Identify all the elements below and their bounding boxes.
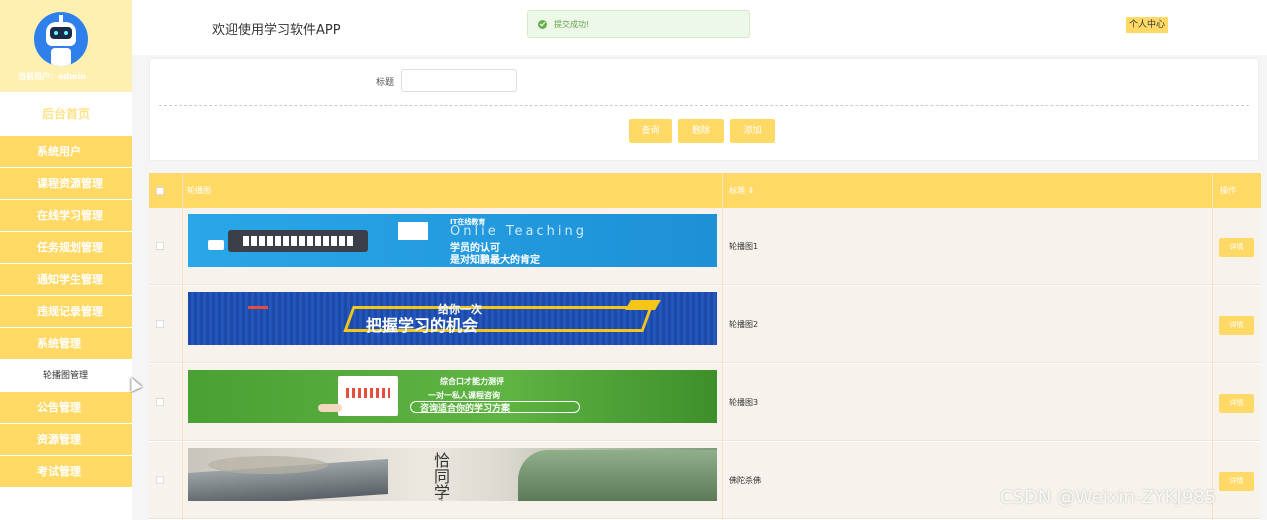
banner-image: IT在线教育 Onlie Teaching 学员的认可 是对知鹏最大的肯定 xyxy=(188,214,717,267)
title-search-input[interactable] xyxy=(401,69,517,92)
row-checkbox[interactable] xyxy=(156,320,164,328)
sidebar-item-course-resources[interactable]: 课程资源管理 xyxy=(0,168,132,200)
banner-image: 恰同学少年 xyxy=(188,448,717,501)
success-toast: 提交成功! xyxy=(527,10,750,38)
banner-text: 一对一私人课程咨询 xyxy=(428,391,500,400)
carousel-table: 轮播图 标题 ⇕ 操作 IT在线教育 Onlie Teaching 学员的认可 … xyxy=(149,173,1261,520)
row-title: 轮播图1 xyxy=(729,242,759,251)
watermark-text: CSDN @Weixin-ZYKJ985 xyxy=(1000,487,1217,508)
robot-avatar-icon xyxy=(34,12,88,66)
column-divider xyxy=(722,173,723,520)
sidebar-item-online-learning[interactable]: 在线学习管理 xyxy=(0,200,132,232)
sidebar-item-system-users[interactable]: 系统用户 xyxy=(0,136,132,168)
sidebar-item-announcements[interactable]: 公告管理 xyxy=(0,392,132,424)
banner-image: 给你一次 把握学习的机会 xyxy=(188,292,717,345)
banner-text: 咨询适合你的学习方案 xyxy=(420,404,511,414)
current-user-label: 当前用户：admin xyxy=(18,72,86,81)
top-bar: 欢迎使用学习软件APP 提交成功! 个人中心 xyxy=(132,0,1267,55)
delete-button[interactable]: 删除 xyxy=(678,119,724,143)
banner-text: 是对知鹏最大的肯定 xyxy=(450,255,540,266)
sidebar-subitem-carousel[interactable]: 轮播图管理 xyxy=(0,360,132,392)
banner-text: 综合口才能力测评 xyxy=(440,377,504,386)
row-title: 轮播图3 xyxy=(729,398,759,407)
welcome-title: 欢迎使用学习软件APP xyxy=(212,23,341,38)
row-checkbox[interactable] xyxy=(156,476,164,484)
detail-button[interactable]: 详情 xyxy=(1219,316,1254,335)
toast-message: 提交成功! xyxy=(554,20,590,29)
detail-button[interactable]: 详情 xyxy=(1219,238,1254,257)
sidebar-item-home[interactable]: 后台首页 xyxy=(0,92,132,136)
row-title: 轮播图2 xyxy=(729,320,759,329)
profile-button[interactable]: 个人中心 xyxy=(1126,17,1169,33)
column-divider xyxy=(1212,173,1213,520)
banner-text: 把握学习的机会 xyxy=(366,316,479,335)
column-divider xyxy=(182,173,183,520)
column-header-title[interactable]: 标题 ⇕ xyxy=(729,173,754,208)
sidebar-item-resources[interactable]: 资源管理 xyxy=(0,424,132,456)
row-checkbox[interactable] xyxy=(156,242,164,250)
sidebar-item-task-planning[interactable]: 任务规划管理 xyxy=(0,232,132,264)
add-button[interactable]: 添加 xyxy=(730,119,775,143)
search-panel: 标题 查询 删除 添加 xyxy=(149,58,1259,161)
table-row: IT在线教育 Onlie Teaching 学员的认可 是对知鹏最大的肯定 轮播… xyxy=(149,208,1261,285)
detail-button[interactable]: 详情 xyxy=(1219,472,1254,491)
divider xyxy=(159,105,1249,106)
row-title: 佛陀杀佛 xyxy=(729,476,761,485)
column-header-image: 轮播图 xyxy=(187,186,211,195)
detail-button[interactable]: 详情 xyxy=(1219,394,1254,413)
sidebar-header: 当前用户：admin xyxy=(0,0,132,92)
sidebar-item-system-management[interactable]: 系统管理 xyxy=(0,328,132,360)
table-header: 轮播图 标题 ⇕ 操作 xyxy=(149,173,1261,208)
banner-text: Onlie Teaching xyxy=(450,224,588,239)
column-header-operation: 操作 xyxy=(1220,186,1236,195)
sidebar-item-exams[interactable]: 考试管理 xyxy=(0,456,132,488)
sidebar: 当前用户：admin 后台首页 系统用户 课程资源管理 在线学习管理 任务规划管… xyxy=(0,0,132,520)
banner-text: 恰同学少年 xyxy=(431,452,450,501)
select-all-checkbox[interactable] xyxy=(156,187,164,195)
sidebar-item-student-notice[interactable]: 通知学生管理 xyxy=(0,264,132,296)
banner-image: 综合口才能力测评 一对一私人课程咨询 咨询适合你的学习方案 xyxy=(188,370,717,423)
success-check-icon xyxy=(538,20,547,29)
query-button[interactable]: 查询 xyxy=(629,119,672,143)
row-checkbox[interactable] xyxy=(156,398,164,406)
sidebar-item-violation-records[interactable]: 违规记录管理 xyxy=(0,296,132,328)
title-search-label: 标题 xyxy=(376,78,395,88)
table-row: 综合口才能力测评 一对一私人课程咨询 咨询适合你的学习方案 轮播图3 详情 xyxy=(149,364,1261,441)
table-row: 给你一次 把握学习的机会 轮播图2 详情 xyxy=(149,286,1261,363)
